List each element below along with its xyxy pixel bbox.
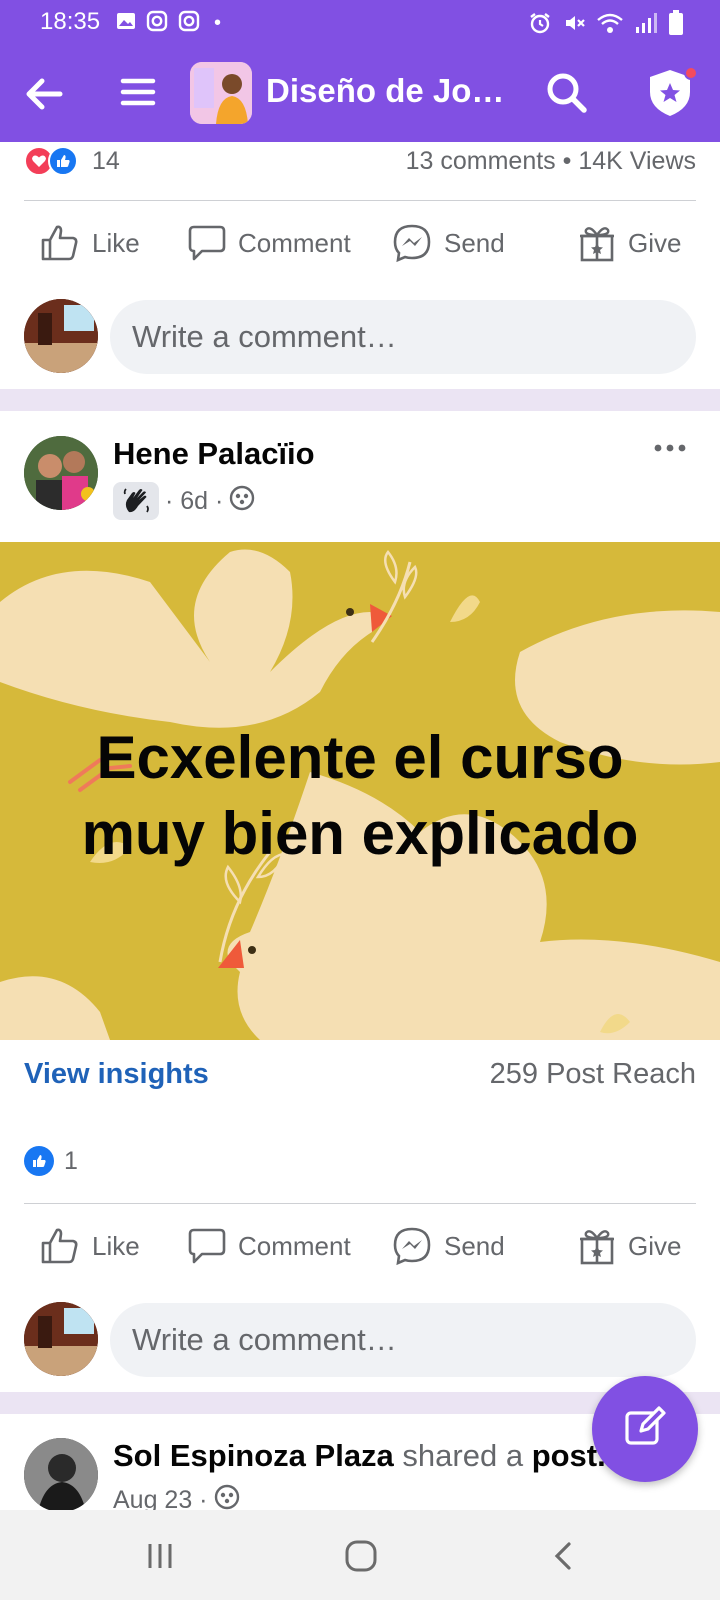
reaction-count: 14	[92, 147, 120, 175]
messenger-icon	[392, 1226, 432, 1266]
alarm-icon	[528, 11, 552, 40]
gallery-icon	[116, 11, 136, 36]
comment-input[interactable]	[110, 1303, 696, 1377]
instagram-icon	[146, 10, 168, 37]
comment-bubble-icon	[188, 224, 226, 262]
messenger-icon	[392, 223, 432, 263]
comment-input[interactable]	[110, 300, 696, 374]
more-options-icon[interactable]	[652, 430, 688, 466]
post-separator	[0, 389, 720, 411]
app-bar: Diseño de Joy…	[0, 44, 720, 142]
thumbs-up-icon	[40, 1226, 80, 1266]
comment-label: Comment	[238, 1230, 351, 1261]
avatar[interactable]	[24, 1302, 98, 1376]
give-label: Give	[628, 227, 682, 258]
mute-icon	[562, 11, 586, 40]
divider	[24, 1203, 696, 1204]
action-row: Like Comment Send Give	[0, 213, 720, 273]
group-title[interactable]: Diseño de Joy…	[266, 72, 516, 110]
reactions-summary[interactable]: 1	[24, 1146, 78, 1176]
author-avatar[interactable]	[24, 1438, 98, 1512]
comment-label: Comment	[238, 227, 351, 258]
like-button[interactable]: Like	[40, 1216, 140, 1276]
system-nav-bar	[0, 1510, 720, 1600]
post-image-text: Ecxelente el curso muy bien explicado	[0, 720, 720, 872]
post-author-name[interactable]: Hene Palacïio	[113, 436, 315, 472]
comment-composer	[0, 299, 720, 375]
instagram-icon	[178, 10, 200, 37]
post-reach-count: 259 Post Reach	[489, 1058, 696, 1090]
shared-text: shared a	[393, 1438, 532, 1473]
divider	[24, 200, 696, 201]
send-label: Send	[444, 227, 505, 258]
comment-button[interactable]: Comment	[188, 213, 351, 273]
wifi-icon	[596, 11, 624, 40]
send-label: Send	[444, 1230, 505, 1261]
gift-icon	[578, 224, 616, 262]
back-arrow-icon[interactable]	[22, 72, 66, 116]
wave-badge-icon[interactable]	[113, 482, 159, 520]
like-button[interactable]: Like	[40, 213, 140, 273]
give-label: Give	[628, 1230, 682, 1261]
search-icon[interactable]	[544, 70, 590, 116]
view-insights-link[interactable]: View insights	[24, 1058, 209, 1091]
comment-button[interactable]: Comment	[188, 1216, 351, 1276]
gift-icon	[578, 1227, 616, 1265]
like-label: Like	[92, 227, 140, 258]
post-image[interactable]: Ecxelente el curso muy bien explicado	[0, 542, 720, 1040]
menu-icon[interactable]	[120, 74, 156, 110]
avatar[interactable]	[24, 299, 98, 373]
comments-views-count[interactable]: 13 comments • 14K Views	[406, 147, 696, 176]
status-bar: 18:35 •	[0, 0, 720, 44]
comment-bubble-icon	[188, 1227, 226, 1265]
thumbs-up-icon	[40, 223, 80, 263]
reactions-summary[interactable]: 14 13 comments • 14K Views	[24, 144, 696, 180]
recents-icon[interactable]	[130, 1528, 190, 1584]
compose-button[interactable]	[592, 1376, 698, 1482]
group-thumbnail[interactable]	[190, 62, 252, 124]
send-button[interactable]: Send	[392, 1216, 505, 1276]
notification-dot	[684, 66, 698, 80]
signal-icon	[634, 11, 658, 40]
like-reaction-icon	[48, 146, 78, 176]
post-image-text-line-2: muy bien explicado	[81, 800, 639, 867]
comment-composer	[0, 1302, 720, 1378]
post-meta: · 6d ·	[113, 482, 255, 520]
action-row: Like Comment Send Give	[0, 1216, 720, 1276]
like-count: 1	[64, 1146, 78, 1175]
group-audience-icon	[229, 485, 255, 518]
give-button[interactable]: Give	[578, 1216, 681, 1276]
like-label: Like	[92, 1230, 140, 1261]
status-dot: •	[214, 12, 222, 34]
back-icon[interactable]	[534, 1528, 594, 1584]
status-time: 18:35	[40, 8, 101, 35]
edit-icon	[623, 1405, 667, 1454]
post-time: · 6d ·	[165, 486, 224, 515]
home-icon[interactable]	[331, 1528, 391, 1584]
like-reaction-icon	[24, 1146, 54, 1176]
next-post-author[interactable]: Sol Espinoza Plaza	[113, 1438, 394, 1473]
author-avatar[interactable]	[24, 436, 98, 510]
next-post-header: Sol Espinoza Plaza shared a post.	[113, 1438, 606, 1474]
send-button[interactable]: Send	[392, 213, 505, 273]
post-image-text-line-1: Ecxelente el curso	[96, 724, 624, 791]
battery-icon	[668, 10, 684, 41]
give-button[interactable]: Give	[578, 213, 681, 273]
